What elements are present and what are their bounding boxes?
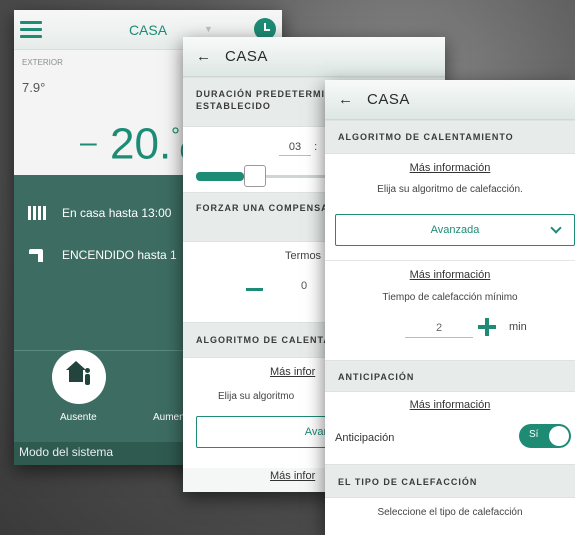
min-time-card: Más información Tiempo de calefacción mí… <box>325 260 575 360</box>
min-time-input[interactable]: 2 <box>405 322 473 338</box>
duration-slider-thumb[interactable] <box>244 165 266 187</box>
more-info-link-3[interactable]: Más información <box>325 399 575 411</box>
more-info-link[interactable]: Más infor <box>270 366 315 378</box>
exterior-temperature: 7.9° <box>22 80 46 95</box>
algorithm-description: Elija su algoritmo <box>218 391 295 402</box>
section-heating-type: EL TIPO DE CALEFACCIÓN <box>325 464 575 498</box>
offset-value[interactable]: 0 <box>301 280 307 292</box>
algorithm-select[interactable]: Avanzada <box>335 214 575 246</box>
settings-header-2: ← CASA <box>325 80 575 120</box>
anticipation-card: Más información Anticipación Sí <box>325 392 575 464</box>
setpoint-degree: ° <box>171 123 180 148</box>
thermostat-label: Termos <box>285 250 322 262</box>
time-separator: : <box>314 141 318 153</box>
heating-status-row[interactable]: En casa hasta 13:00 <box>26 206 171 220</box>
toggle-knob <box>549 426 569 446</box>
hot-water-status-row[interactable]: ENCENDIDO hasta 1 <box>26 247 177 263</box>
boost-label: Aumen <box>153 412 185 423</box>
duration-hours[interactable]: 03 <box>279 141 311 156</box>
heating-type-description: Seleccione el tipo de calefacción <box>377 507 523 518</box>
more-info-link-2[interactable]: Más información <box>325 269 575 281</box>
away-button[interactable] <box>52 350 106 404</box>
min-time-label: Tiempo de calefacción mínimo <box>382 292 518 303</box>
back-arrow-icon[interactable]: ← <box>338 91 353 108</box>
heating-status-text: En casa hasta 13:00 <box>62 206 172 220</box>
more-info-link[interactable]: Más información <box>325 162 575 174</box>
settings-title: CASA <box>225 48 268 65</box>
heating-type-card: Seleccione el tipo de calefacción <box>325 498 575 535</box>
tap-icon <box>26 247 48 263</box>
plus-icon[interactable] <box>478 318 496 336</box>
setpoint-main: 20. <box>110 119 172 169</box>
exterior-label: EXTERIOR <box>22 58 63 67</box>
house-icon <box>66 361 86 382</box>
home-title[interactable]: CASA <box>14 22 282 38</box>
settings-header: ← CASA <box>183 37 445 77</box>
away-label: Ausente <box>60 412 97 423</box>
radiator-icon <box>26 206 48 220</box>
hot-water-status-text: ENCENDIDO hasta 1 <box>62 248 177 262</box>
anticipation-toggle[interactable]: Sí <box>519 424 571 448</box>
back-arrow-icon[interactable]: ← <box>196 48 211 65</box>
toggle-state-label: Sí <box>529 429 539 440</box>
algorithm-selected-value: Avanzada <box>430 224 480 236</box>
decrease-temp-button[interactable]: – <box>80 126 97 160</box>
chevron-down-icon[interactable]: ▼ <box>204 24 213 34</box>
duration-time: 03 : <box>279 141 317 156</box>
decrease-offset-button[interactable] <box>246 288 263 291</box>
algorithm-description: Elija su algoritmo de calefacción. <box>377 184 523 195</box>
heating-algorithm-card: Más información Elija su algoritmo de ca… <box>325 154 575 260</box>
min-time-unit: min <box>509 321 527 333</box>
setpoint-temperature: 20.°0 <box>110 110 192 170</box>
section-anticipation: ANTICIPACIÓN <box>325 360 575 392</box>
person-icon <box>85 368 90 385</box>
settings-title-2: CASA <box>367 91 410 108</box>
settings-screen-2: ← CASA ALGORITMO DE CALENTAMIENTO Más in… <box>325 80 575 535</box>
duration-slider-fill <box>196 172 244 181</box>
anticipation-label: Anticipación <box>335 432 395 444</box>
section-heating-algorithm: ALGORITMO DE CALENTAMIENTO <box>325 120 575 154</box>
more-info-link-2[interactable]: Más infor <box>270 470 315 482</box>
